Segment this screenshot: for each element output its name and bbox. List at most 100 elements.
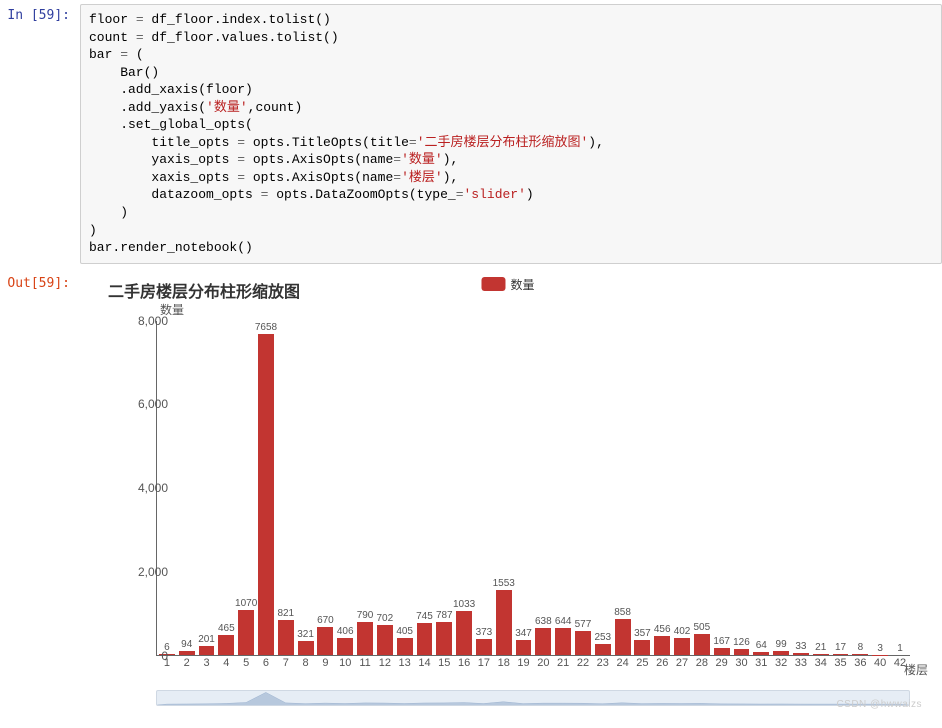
y-tick-label: 8,000 <box>118 314 168 328</box>
watermark: CSDN @hwwaizs <box>836 699 922 710</box>
bar[interactable]: 787 <box>436 622 452 655</box>
x-tick-label: 8 <box>296 655 316 669</box>
bar-value-label: 21 <box>815 642 826 654</box>
x-tick-label: 14 <box>415 655 435 669</box>
output-prompt: Out[59]: <box>0 272 80 710</box>
bar[interactable]: 858 <box>615 619 631 655</box>
x-tick-label: 21 <box>553 655 573 669</box>
bar-value-label: 702 <box>377 613 394 625</box>
bar[interactable]: 253 <box>595 644 611 655</box>
bar-value-label: 745 <box>416 611 433 623</box>
bar-value-label: 1033 <box>453 599 475 611</box>
chart-title: 二手房楼层分布柱形缩放图 <box>108 278 300 302</box>
datazoom-slider[interactable] <box>156 690 910 706</box>
plot-area: 6194220134654107057658682173218670940610… <box>156 321 910 656</box>
bar[interactable]: 373 <box>476 639 492 655</box>
x-tick-label: 3 <box>197 655 217 669</box>
bar[interactable]: 790 <box>357 622 373 655</box>
bar[interactable]: 405 <box>397 638 413 655</box>
bar-slot: 4654 <box>216 321 236 655</box>
bar-value-label: 8 <box>858 642 864 654</box>
bar[interactable]: 702 <box>377 625 393 654</box>
legend-label: 数量 <box>510 276 534 293</box>
bar-slot: 155318 <box>494 321 514 655</box>
x-tick-label: 6 <box>256 655 276 669</box>
bar[interactable]: 670 <box>317 627 333 655</box>
x-tick-label: 9 <box>316 655 336 669</box>
bar[interactable]: 1553 <box>496 590 512 655</box>
x-tick-label: 19 <box>514 655 534 669</box>
bar-value-label: 1 <box>897 643 903 655</box>
bar[interactable]: 347 <box>516 640 532 655</box>
bar-value-label: 347 <box>515 628 532 640</box>
bar[interactable]: 167 <box>714 648 730 655</box>
bar[interactable]: 1033 <box>456 611 472 654</box>
output-area: 二手房楼层分布柱形缩放图 数量 数量 楼层 619422013465410705… <box>80 272 942 710</box>
bar-value-label: 790 <box>357 610 374 622</box>
bar[interactable]: 7658 <box>258 334 274 655</box>
bar[interactable]: 577 <box>575 631 591 655</box>
bar-value-label: 644 <box>555 616 572 628</box>
bar-value-label: 405 <box>396 626 413 638</box>
legend-swatch-icon <box>481 277 505 291</box>
bar[interactable]: 1070 <box>238 610 254 655</box>
bar-value-label: 126 <box>733 637 750 649</box>
bar[interactable]: 465 <box>218 635 234 654</box>
chart[interactable]: 二手房楼层分布柱形缩放图 数量 数量 楼层 619422013465410705… <box>88 276 928 706</box>
bar-value-label: 201 <box>198 634 215 646</box>
bar-value-label: 638 <box>535 616 552 628</box>
bar[interactable]: 745 <box>417 623 433 654</box>
y-tick-label: 0 <box>118 649 168 663</box>
bar-value-label: 321 <box>297 629 314 641</box>
datazoom-sparkline-icon <box>157 691 909 705</box>
bar[interactable]: 505 <box>694 634 710 655</box>
bar-slot: 2134 <box>811 321 831 655</box>
input-prompt: In [59]: <box>0 4 80 264</box>
bar[interactable]: 644 <box>555 628 571 655</box>
bar-slot: 25323 <box>593 321 613 655</box>
bar-value-label: 577 <box>575 619 592 631</box>
x-tick-label: 26 <box>652 655 672 669</box>
bar-slot: 78715 <box>434 321 454 655</box>
bar-slot: 40610 <box>335 321 355 655</box>
x-tick-label: 17 <box>474 655 494 669</box>
bar-value-label: 99 <box>776 639 787 651</box>
x-tick-label: 29 <box>712 655 732 669</box>
bar-value-label: 3 <box>877 643 883 655</box>
y-tick-label: 6,000 <box>118 397 168 411</box>
bar-value-label: 402 <box>674 626 691 638</box>
bar-value-label: 33 <box>795 641 806 653</box>
bar[interactable]: 357 <box>634 640 650 655</box>
bar-slot: 35725 <box>633 321 653 655</box>
bar-value-label: 373 <box>476 627 493 639</box>
legend[interactable]: 数量 <box>481 276 534 293</box>
bar-value-label: 1070 <box>235 598 257 610</box>
bar-slot: 3218 <box>296 321 316 655</box>
bar-slot: 9932 <box>771 321 791 655</box>
bar[interactable]: 201 <box>199 646 215 654</box>
bar-value-label: 406 <box>337 626 354 638</box>
bar[interactable]: 456 <box>654 636 670 655</box>
bar-slot: 37317 <box>474 321 494 655</box>
bar[interactable]: 821 <box>278 620 294 654</box>
bar-value-label: 1553 <box>493 578 515 590</box>
bar[interactable]: 321 <box>298 641 314 654</box>
bar[interactable]: 638 <box>535 628 551 655</box>
input-cell: In [59]: floor = df_floor.index.tolist()… <box>0 0 942 268</box>
code-editor[interactable]: floor = df_floor.index.tolist() count = … <box>80 4 942 264</box>
bar-slot: 85824 <box>613 321 633 655</box>
x-tick-label: 32 <box>771 655 791 669</box>
bar-slot: 79011 <box>355 321 375 655</box>
x-tick-label: 22 <box>573 655 593 669</box>
bar[interactable]: 406 <box>337 638 353 655</box>
bar-slot: 340 <box>870 321 890 655</box>
x-tick-label: 5 <box>236 655 256 669</box>
bar-slot: 6709 <box>316 321 336 655</box>
bar-slot: 40513 <box>395 321 415 655</box>
x-tick-label: 13 <box>395 655 415 669</box>
bar-value-label: 670 <box>317 615 334 627</box>
x-tick-label: 42 <box>890 655 910 669</box>
bar-slot: 142 <box>890 321 910 655</box>
bar-slot: 50528 <box>692 321 712 655</box>
bar[interactable]: 402 <box>674 638 690 655</box>
